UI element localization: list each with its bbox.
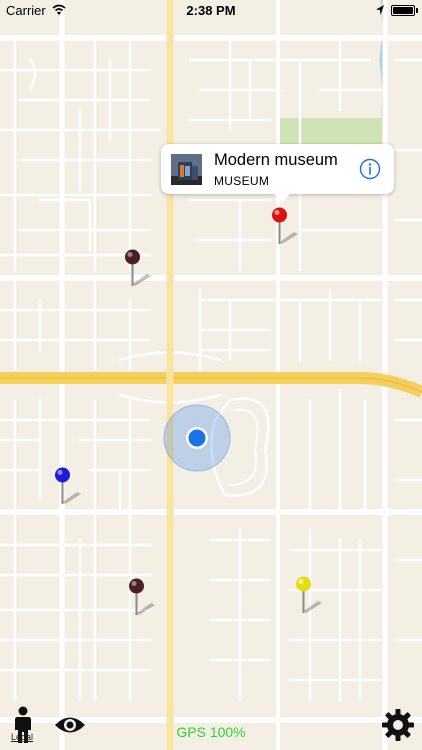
bottom-bar: Legal GPS 100%	[0, 700, 422, 750]
pin-red[interactable]	[268, 206, 300, 246]
pin-darkred-2[interactable]	[125, 577, 157, 617]
map-callout[interactable]: Modern museum MUSEUM	[161, 144, 394, 202]
status-bar: Carrier 2:38 PM	[0, 0, 422, 22]
gps-status: GPS 100%	[176, 724, 246, 740]
pin-blue[interactable]	[51, 466, 83, 506]
battery-fill	[393, 7, 413, 14]
info-icon[interactable]	[359, 158, 381, 180]
battery-tip	[416, 8, 418, 13]
pin-yellow[interactable]	[292, 575, 324, 615]
gear-icon[interactable]	[381, 708, 415, 742]
clock-label: 2:38 PM	[186, 3, 236, 18]
callout-title: Modern museum	[214, 151, 338, 169]
battery-icon	[391, 5, 415, 16]
map-view[interactable]	[0, 0, 422, 750]
user-location-indicator[interactable]	[163, 404, 231, 472]
museum-photo-icon	[171, 154, 202, 185]
location-arrow-icon	[376, 5, 384, 15]
pin-darkred-1[interactable]	[121, 248, 153, 288]
callout-subtitle: MUSEUM	[214, 174, 270, 188]
